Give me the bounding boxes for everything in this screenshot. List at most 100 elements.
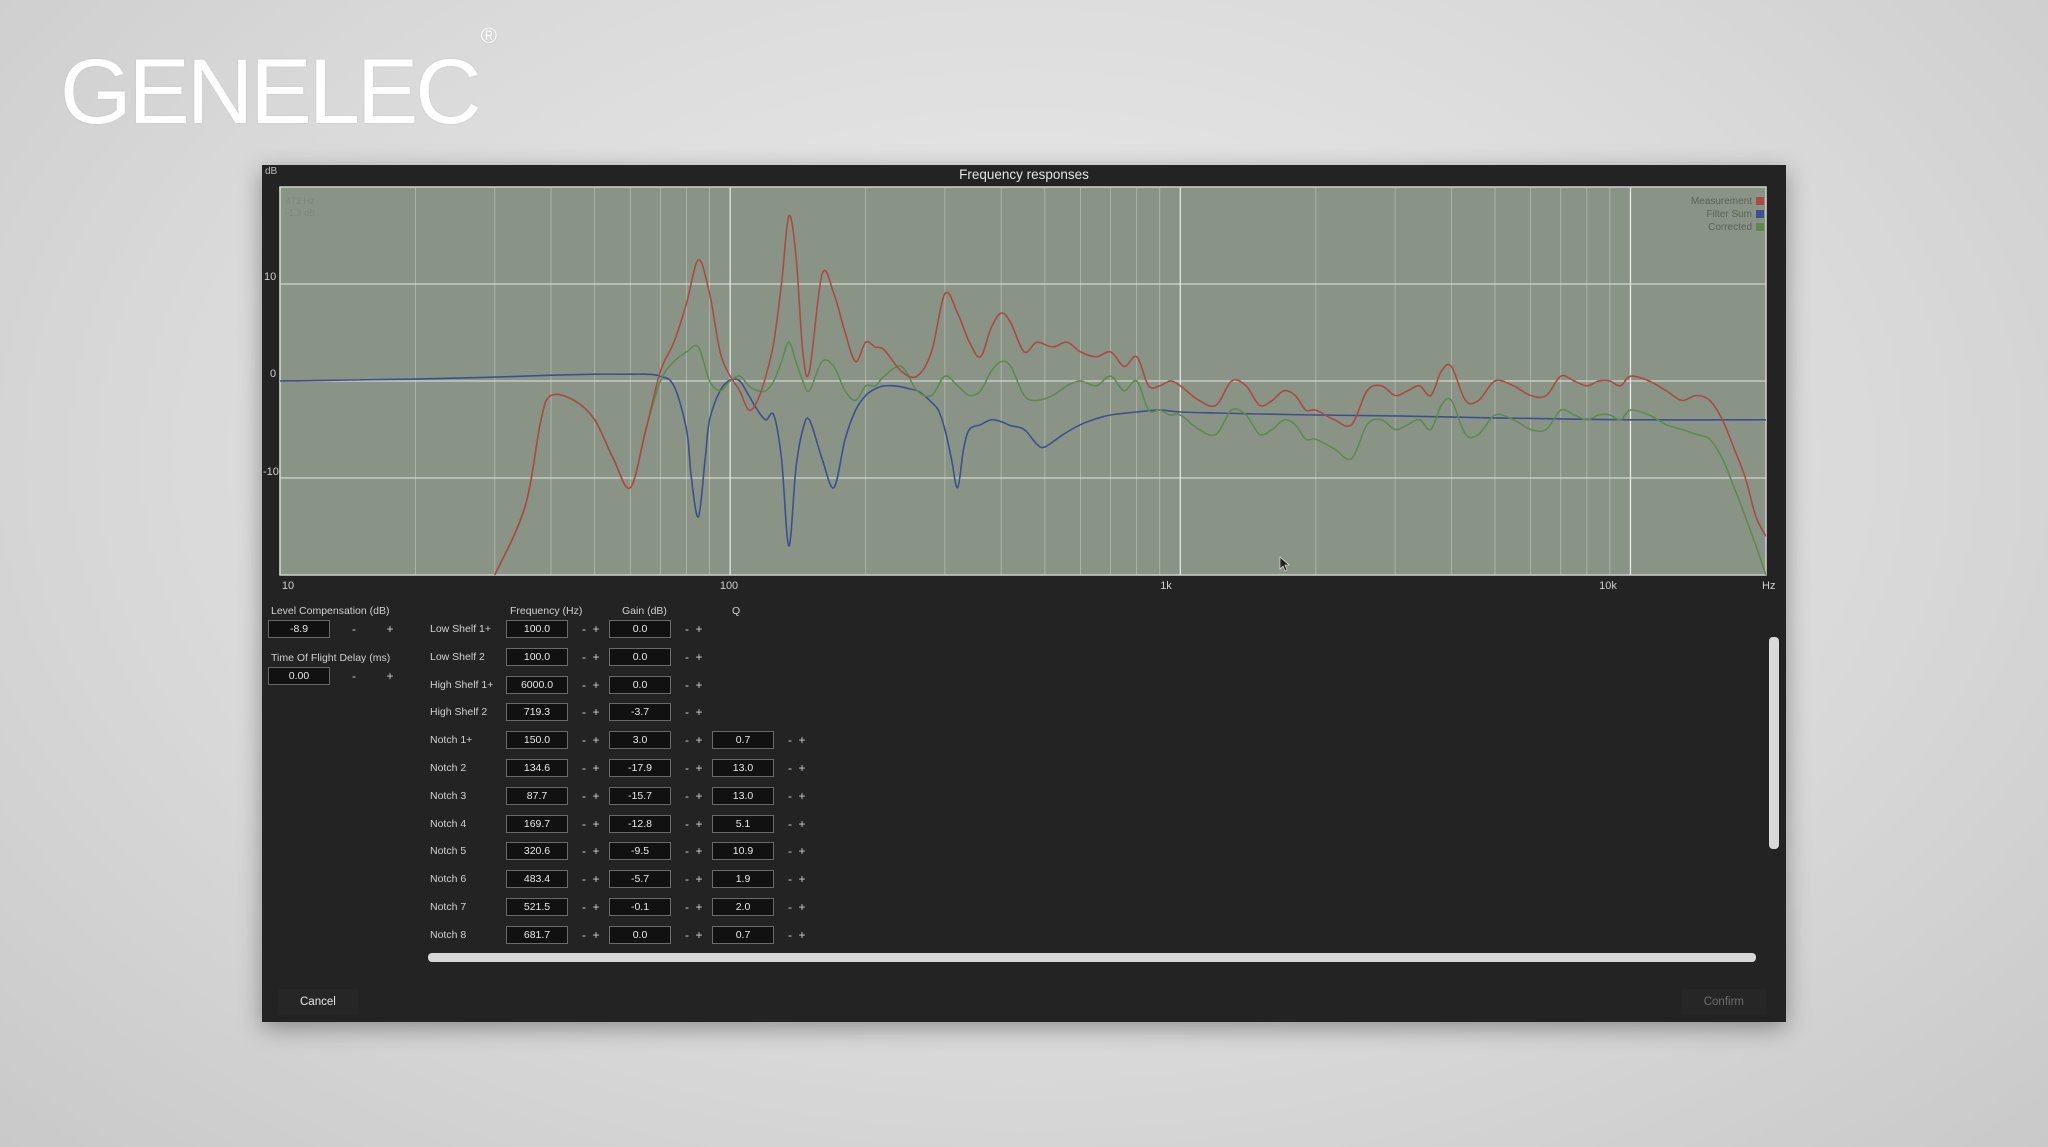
gain-decrement-button[interactable]: - — [682, 648, 692, 666]
horizontal-scrollbar[interactable] — [428, 953, 1756, 962]
freq-increment-button[interactable]: + — [591, 759, 601, 777]
freq-increment-button[interactable]: + — [591, 703, 601, 721]
frequency-input[interactable]: 169.7 — [506, 815, 568, 833]
q-input[interactable]: 2.0 — [712, 898, 774, 916]
gain-input[interactable]: -5.7 — [609, 870, 671, 888]
frequency-input[interactable]: 6000.0 — [506, 676, 568, 694]
frequency-input[interactable]: 483.4 — [506, 870, 568, 888]
gain-increment-button[interactable]: + — [694, 898, 704, 916]
q-decrement-button[interactable]: - — [785, 842, 795, 860]
freq-increment-button[interactable]: + — [591, 870, 601, 888]
gain-input[interactable]: -0.1 — [609, 898, 671, 916]
freq-decrement-button[interactable]: - — [579, 648, 589, 666]
freq-increment-button[interactable]: + — [591, 787, 601, 805]
freq-increment-button[interactable]: + — [591, 842, 601, 860]
frequency-input[interactable]: 521.5 — [506, 898, 568, 916]
gain-input[interactable]: -15.7 — [609, 787, 671, 805]
frequency-input[interactable]: 681.7 — [506, 926, 568, 944]
frequency-input[interactable]: 100.0 — [506, 648, 568, 666]
q-decrement-button[interactable]: - — [785, 898, 795, 916]
q-decrement-button[interactable]: - — [785, 787, 795, 805]
q-input[interactable]: 10.9 — [712, 842, 774, 860]
gain-decrement-button[interactable]: - — [682, 787, 692, 805]
tof-delay-input[interactable]: 0.00 — [268, 667, 330, 685]
gain-decrement-button[interactable]: - — [682, 815, 692, 833]
freq-increment-button[interactable]: + — [591, 648, 601, 666]
q-increment-button[interactable]: + — [797, 926, 807, 944]
freq-decrement-button[interactable]: - — [579, 759, 589, 777]
cancel-button[interactable]: Cancel — [278, 989, 358, 1015]
confirm-button[interactable]: Confirm — [1681, 989, 1766, 1015]
frequency-input[interactable]: 100.0 — [506, 620, 568, 638]
vertical-scrollbar[interactable] — [1769, 637, 1779, 849]
gain-input[interactable]: 3.0 — [609, 731, 671, 749]
gain-increment-button[interactable]: + — [694, 648, 704, 666]
gain-decrement-button[interactable]: - — [682, 731, 692, 749]
level-compensation-decrement[interactable]: - — [349, 620, 359, 638]
q-input[interactable]: 13.0 — [712, 759, 774, 777]
freq-decrement-button[interactable]: - — [579, 787, 589, 805]
q-increment-button[interactable]: + — [797, 815, 807, 833]
q-increment-button[interactable]: + — [797, 759, 807, 777]
freq-decrement-button[interactable]: - — [579, 898, 589, 916]
q-increment-button[interactable]: + — [797, 731, 807, 749]
freq-decrement-button[interactable]: - — [579, 815, 589, 833]
q-increment-button[interactable]: + — [797, 787, 807, 805]
gain-increment-button[interactable]: + — [694, 703, 704, 721]
gain-input[interactable]: 0.0 — [609, 648, 671, 666]
gain-increment-button[interactable]: + — [694, 815, 704, 833]
freq-decrement-button[interactable]: - — [579, 842, 589, 860]
gain-decrement-button[interactable]: - — [682, 898, 692, 916]
frequency-input[interactable]: 134.6 — [506, 759, 568, 777]
gain-decrement-button[interactable]: - — [682, 870, 692, 888]
level-compensation-increment[interactable]: + — [385, 620, 395, 638]
gain-increment-button[interactable]: + — [694, 926, 704, 944]
frequency-input[interactable]: 150.0 — [506, 731, 568, 749]
tof-delay-increment[interactable]: + — [385, 667, 395, 685]
gain-increment-button[interactable]: + — [694, 676, 704, 694]
gain-input[interactable]: 0.0 — [609, 926, 671, 944]
freq-decrement-button[interactable]: - — [579, 870, 589, 888]
q-input[interactable]: 0.7 — [712, 731, 774, 749]
gain-input[interactable]: -3.7 — [609, 703, 671, 721]
gain-increment-button[interactable]: + — [694, 787, 704, 805]
gain-decrement-button[interactable]: - — [682, 759, 692, 777]
q-input[interactable]: 13.0 — [712, 787, 774, 805]
gain-increment-button[interactable]: + — [694, 870, 704, 888]
gain-increment-button[interactable]: + — [694, 731, 704, 749]
q-decrement-button[interactable]: - — [785, 926, 795, 944]
q-decrement-button[interactable]: - — [785, 731, 795, 749]
freq-increment-button[interactable]: + — [591, 676, 601, 694]
freq-decrement-button[interactable]: - — [579, 926, 589, 944]
gain-decrement-button[interactable]: - — [682, 926, 692, 944]
frequency-input[interactable]: 719.3 — [506, 703, 568, 721]
freq-decrement-button[interactable]: - — [579, 731, 589, 749]
q-input[interactable]: 1.9 — [712, 870, 774, 888]
gain-input[interactable]: -17.9 — [609, 759, 671, 777]
q-decrement-button[interactable]: - — [785, 759, 795, 777]
level-compensation-input[interactable]: -8.9 — [268, 620, 330, 638]
gain-input[interactable]: -12.8 — [609, 815, 671, 833]
q-increment-button[interactable]: + — [797, 842, 807, 860]
freq-decrement-button[interactable]: - — [579, 703, 589, 721]
q-increment-button[interactable]: + — [797, 898, 807, 916]
freq-increment-button[interactable]: + — [591, 620, 601, 638]
gain-decrement-button[interactable]: - — [682, 842, 692, 860]
freq-increment-button[interactable]: + — [591, 731, 601, 749]
freq-increment-button[interactable]: + — [591, 926, 601, 944]
q-input[interactable]: 5.1 — [712, 815, 774, 833]
gain-input[interactable]: 0.0 — [609, 676, 671, 694]
gain-decrement-button[interactable]: - — [682, 703, 692, 721]
freq-decrement-button[interactable]: - — [579, 620, 589, 638]
gain-decrement-button[interactable]: - — [682, 620, 692, 638]
gain-decrement-button[interactable]: - — [682, 676, 692, 694]
gain-increment-button[interactable]: + — [694, 620, 704, 638]
gain-input[interactable]: -9.5 — [609, 842, 671, 860]
freq-increment-button[interactable]: + — [591, 815, 601, 833]
q-decrement-button[interactable]: - — [785, 870, 795, 888]
gain-input[interactable]: 0.0 — [609, 620, 671, 638]
tof-delay-decrement[interactable]: - — [349, 667, 359, 685]
q-increment-button[interactable]: + — [797, 870, 807, 888]
frequency-input[interactable]: 320.6 — [506, 842, 568, 860]
q-input[interactable]: 0.7 — [712, 926, 774, 944]
